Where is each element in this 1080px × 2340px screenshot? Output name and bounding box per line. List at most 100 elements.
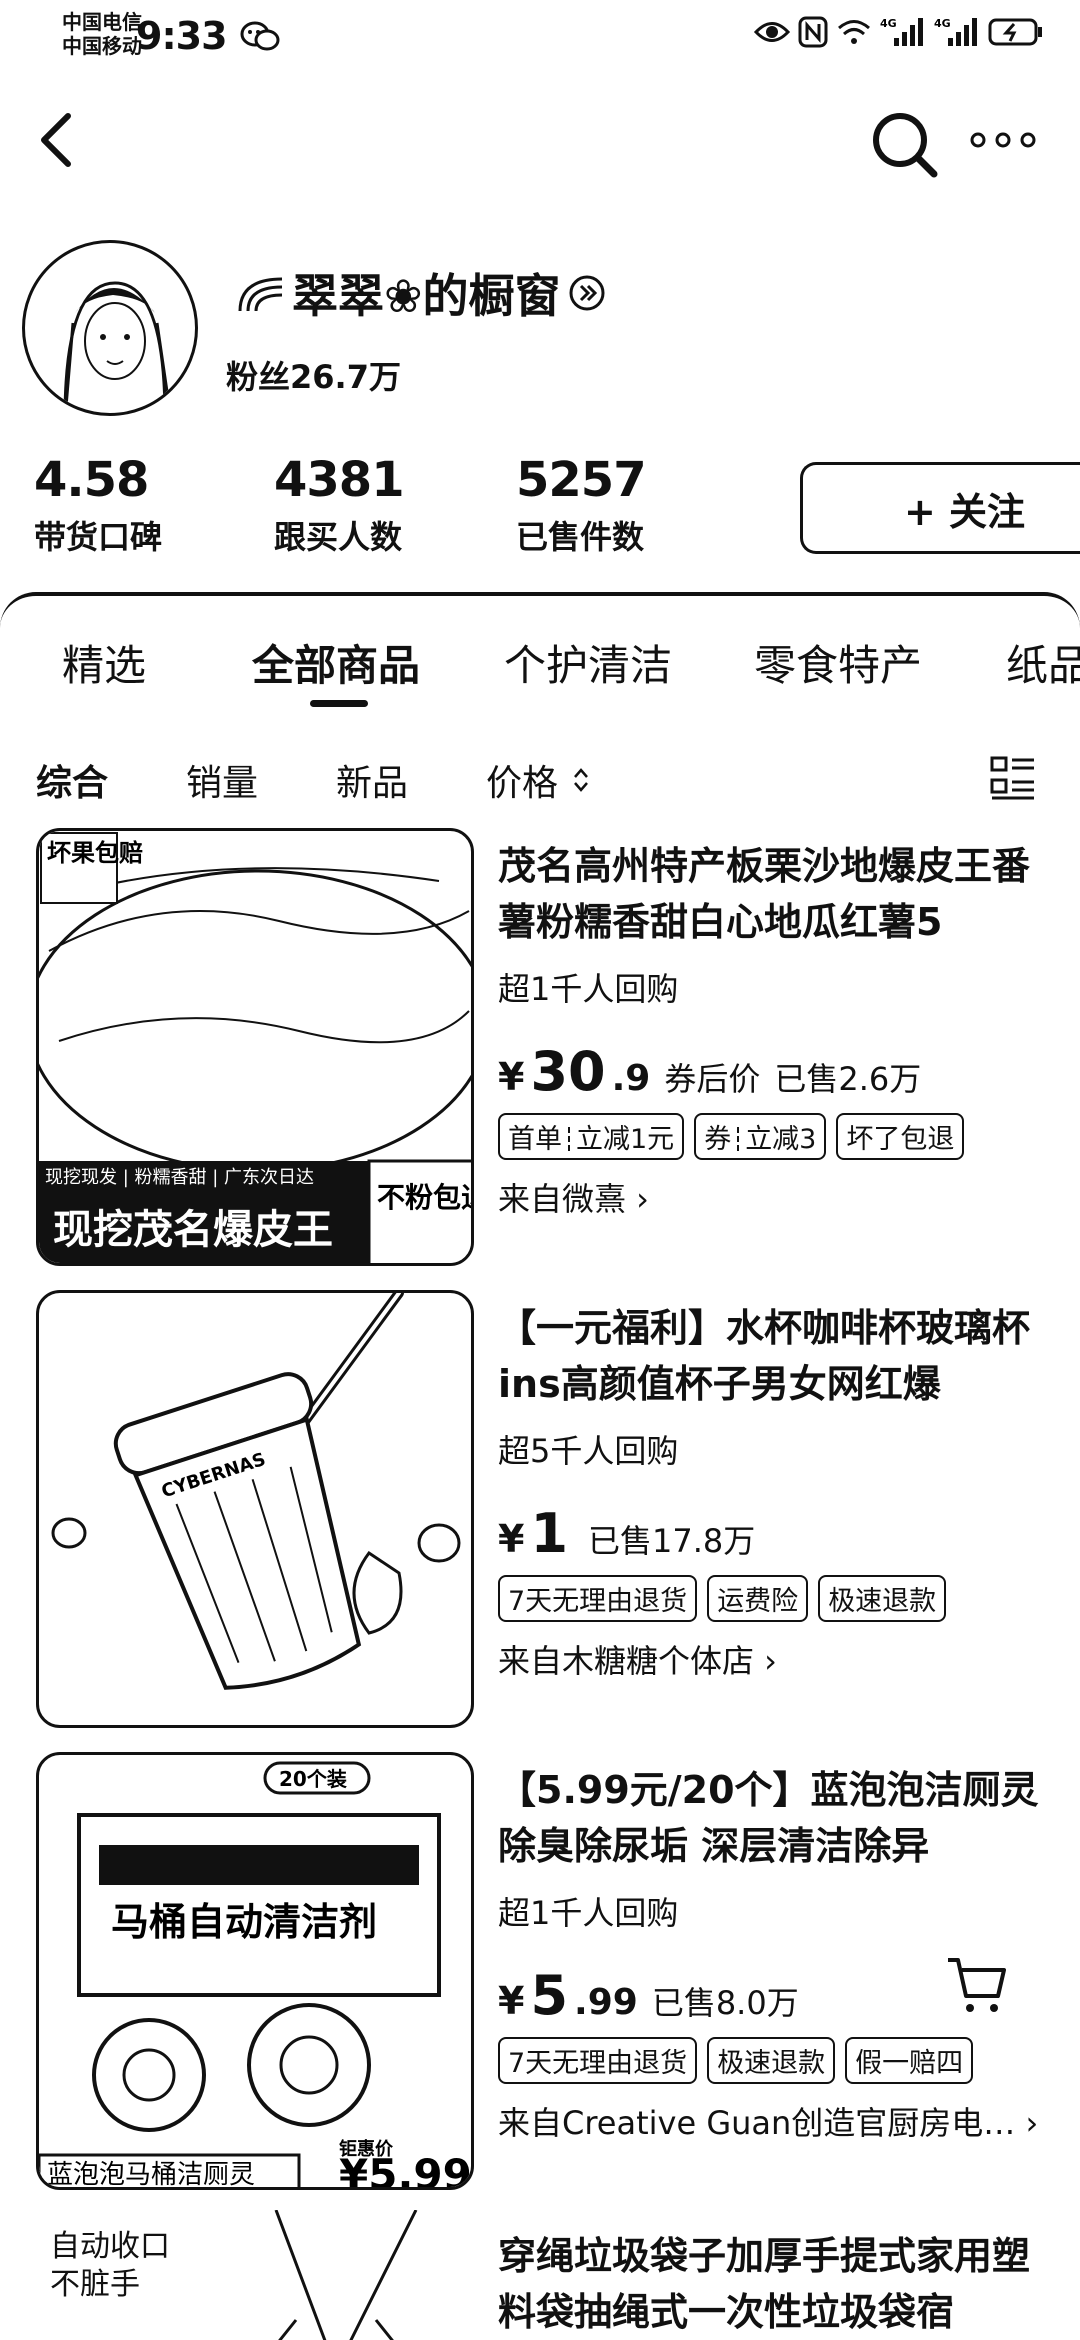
back-arrow-icon[interactable]: [30, 110, 90, 170]
product-card[interactable]: 坏果包赔 现挖现发 | 粉糯香甜 | 广东次日达 现挖茂名爆皮王 不粉包退 茂名…: [0, 828, 1080, 1268]
shop-source-link[interactable]: 来自微熹 ›: [498, 1174, 1058, 1220]
tab-paper[interactable]: 纸品: [1006, 632, 1080, 693]
add-to-cart-icon[interactable]: [944, 1952, 1008, 2016]
price-integer: 30: [530, 1040, 606, 1103]
product-title[interactable]: 【5.99元/20个】蓝泡泡洁厕灵 除臭除尿垢 深层清洁除异: [498, 1762, 1058, 1874]
price-integer: 5: [530, 1964, 569, 2027]
tag-row: 7天无理由退货 运费险 极速退款: [498, 1575, 1058, 1622]
shop-source-link[interactable]: 来自Creative Guan创造官厨房电… ›: [498, 2098, 1058, 2144]
sort-updown-icon: [574, 768, 588, 792]
list-layout-icon[interactable]: [990, 756, 1036, 800]
image-strip-text: 现挖现发 | 粉糯香甜 | 广东次日达: [45, 1167, 314, 1188]
stat-value: 4.58: [34, 452, 149, 508]
glass-cup-illustration: CYBERNAS: [51, 1293, 461, 1690]
sold-count: 已售17.8万: [588, 1522, 756, 1560]
product-image-sweet-potato[interactable]: 坏果包赔 现挖现发 | 粉糯香甜 | 广东次日达 现挖茂名爆皮王 不粉包退: [36, 828, 474, 1266]
chevron-right-circle-icon[interactable]: [567, 273, 607, 313]
tag-fast-refund: 极速退款: [707, 2037, 836, 2084]
price-decimal: .99: [574, 1982, 638, 2023]
tab-all-products[interactable]: 全部商品: [252, 632, 420, 693]
clock: 9:33: [136, 14, 228, 58]
stat-followers-buying: 4381 跟买人数: [274, 452, 405, 558]
stat-label: 已售件数: [516, 518, 645, 556]
sold-count: 已售2.6万: [774, 1060, 922, 1098]
product-title[interactable]: 茂名高州特产板栗沙地爆皮王番薯粉糯香甜白心地瓜红薯5: [498, 838, 1058, 950]
repurchase-count: 超1千人回购: [498, 970, 679, 1008]
wechat-icon: [240, 21, 280, 51]
image-text-line: 自动收口: [50, 2229, 170, 2264]
repurchase-count: 超1千人回购: [498, 1894, 679, 1932]
tag-row: 7天无理由退货 极速退款 假一赔四: [498, 2037, 1058, 2084]
tab-featured[interactable]: 精选: [62, 632, 146, 693]
product-image-toilet-cleaner[interactable]: 20个装 马桶自动清洁剂 蓝泡泡马桶洁厕灵 钜惠价 ¥5.99: [36, 1752, 474, 2190]
tag-fake-pay-four: 假一赔四: [845, 2037, 974, 2084]
carrier-labels: 中国电信 中国移动: [62, 10, 142, 58]
sweet-potato-illustration: 坏果包赔 现挖现发 | 粉糯香甜 | 广东次日达 现挖茂名爆皮王 不粉包退: [39, 832, 471, 1263]
tag-part: 立减3: [745, 1124, 817, 1155]
carrier-2: 中国移动: [62, 34, 142, 58]
stat-value: 4381: [274, 452, 405, 508]
shop-source-link[interactable]: 来自木糖糖个体店 ›: [498, 1636, 1058, 1682]
currency-symbol: ¥: [498, 1517, 525, 1561]
shop-header: 翠翠❀的橱窗 粉丝26.7万: [0, 230, 1080, 430]
price-note: 券后价: [664, 1060, 761, 1098]
avatar[interactable]: [22, 240, 198, 416]
active-tab-indicator: [310, 700, 368, 707]
image-text-line: 不脏手: [50, 2267, 140, 2302]
system-icons: 4G 4G: [754, 16, 1044, 48]
sort-bar: 综合 销量 新品 价格: [0, 754, 1080, 814]
sort-comprehensive[interactable]: 综合: [36, 754, 108, 806]
fans-count: 粉丝26.7万: [226, 358, 401, 396]
pack-count-badge: 20个装: [279, 1767, 347, 1791]
product-card[interactable]: CYBERNAS 【一元福利】水杯咖啡杯玻璃杯ins高颜值杯子男女网红爆 超5千…: [0, 1290, 1080, 1730]
badge-text: 坏果包赔: [47, 839, 143, 867]
rainbow-icon: [238, 277, 283, 312]
tag-part: 券: [704, 1124, 732, 1155]
toilet-cleaner-illustration: 20个装 马桶自动清洁剂 蓝泡泡马桶洁厕灵 钜惠价 ¥5.99: [39, 1761, 472, 2190]
wifi-icon: [838, 20, 870, 44]
pack-text: 马桶自动清洁剂: [111, 1900, 377, 1944]
stat-label: 带货口碑: [34, 518, 163, 556]
sort-new[interactable]: 新品: [336, 754, 408, 806]
tab-snacks[interactable]: 零食特产: [754, 632, 922, 693]
product-title[interactable]: 穿绳垃圾袋子加厚手提式家用塑料袋抽绳式一次性垃圾袋宿: [498, 2228, 1058, 2340]
more-options-icon[interactable]: [968, 120, 1038, 160]
currency-symbol: ¥: [498, 1055, 525, 1099]
carrier-1: 中国电信: [62, 10, 142, 34]
follow-button[interactable]: + 关注: [800, 462, 1080, 554]
top-nav: [0, 90, 1080, 190]
image-banner-text: 现挖茂名爆皮王: [53, 1207, 333, 1253]
tab-personal-care[interactable]: 个护清洁: [504, 632, 672, 693]
product-card[interactable]: 20个装 马桶自动清洁剂 蓝泡泡马桶洁厕灵 钜惠价 ¥5.99 【5.99元/2…: [0, 1752, 1080, 2192]
stat-label: 跟买人数: [274, 518, 403, 556]
product-info: 茂名高州特产板栗沙地爆皮王番薯粉糯香甜白心地瓜红薯5 超1千人回购 ¥ 30 .…: [498, 838, 1058, 1220]
sort-sales[interactable]: 销量: [186, 754, 258, 806]
product-info: 【一元福利】水杯咖啡杯玻璃杯ins高颜值杯子男女网红爆 超5千人回购 ¥ 1 已…: [498, 1300, 1058, 1682]
tag-part: 首单: [508, 1124, 562, 1155]
shop-name-row: 翠翠❀的橱窗: [236, 260, 607, 326]
eye-icon: [754, 22, 790, 42]
shop-stats: 4.58 带货口碑 4381 跟买人数 5257 已售件数 + 关注: [0, 452, 1080, 572]
tag-row: 首单 立减1元 券立减3 坏了包退: [498, 1113, 1058, 1160]
signal-4g-2-icon: 4G: [934, 17, 977, 46]
avatar-portrait-icon: [63, 281, 172, 413]
product-title[interactable]: 【一元福利】水杯咖啡杯玻璃杯ins高颜值杯子男女网红爆: [498, 1300, 1058, 1412]
svg-text:4G: 4G: [934, 17, 951, 30]
stat-value: 5257: [516, 452, 647, 508]
tag-shipping-insurance: 运费险: [707, 1575, 809, 1622]
sort-price-label: 价格: [486, 763, 559, 804]
price-decimal: .9: [611, 1058, 651, 1099]
signal-4g-1-icon: 4G: [880, 17, 923, 46]
tag-first-order: 首单 立减1元: [498, 1113, 685, 1160]
search-icon[interactable]: [868, 108, 940, 180]
category-tabs: 精选 全部商品 个护清洁 零食特产 纸品: [0, 632, 1080, 712]
product-image-glass-cup[interactable]: CYBERNAS: [36, 1290, 474, 1728]
stat-reputation: 4.58 带货口碑: [34, 452, 162, 558]
tag-refund-bad: 坏了包退: [836, 1113, 965, 1160]
price-tag-value: ¥5.99: [339, 2150, 472, 2190]
tag-7day-return: 7天无理由退货: [498, 2037, 698, 2084]
repurchase-count: 超5千人回购: [498, 1432, 679, 1470]
sort-price[interactable]: 价格: [486, 754, 590, 806]
tag-part: 立减1元: [576, 1124, 675, 1155]
nfc-icon: [798, 16, 828, 48]
